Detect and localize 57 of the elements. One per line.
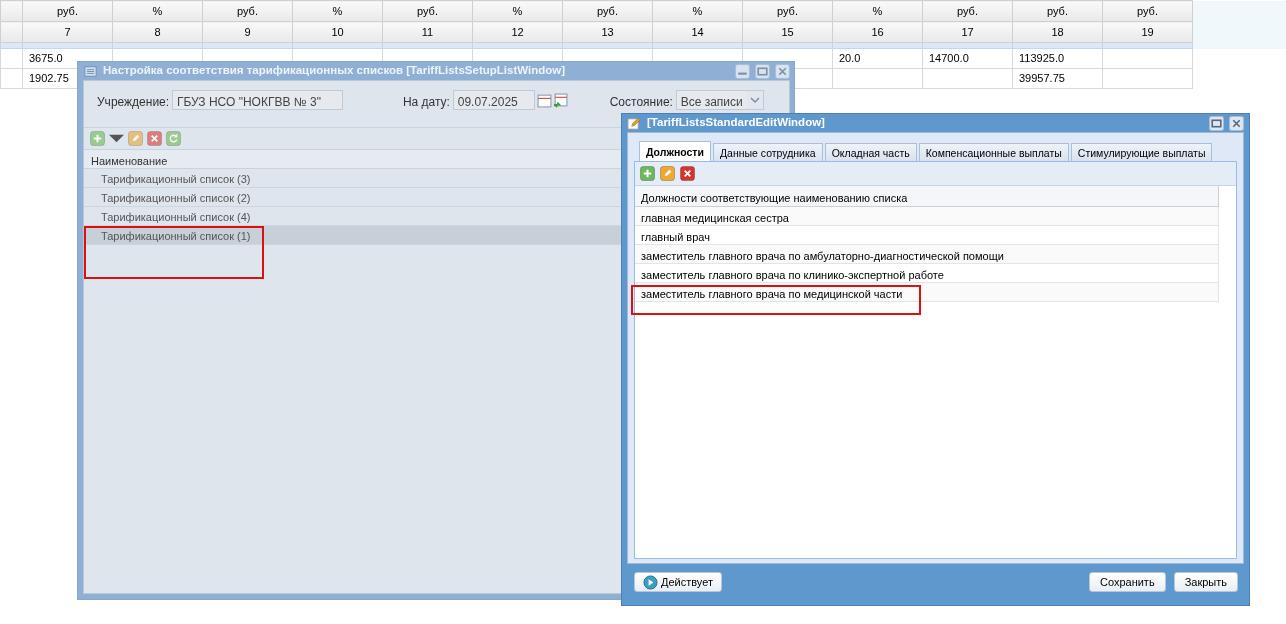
delete-icon[interactable] [147, 131, 162, 146]
calendar-icon[interactable] [536, 93, 552, 108]
field-label: Состояние: [609, 94, 673, 111]
column-header[interactable]: Должности соответствующие наименованию списка [635, 186, 1219, 207]
refresh-icon[interactable] [166, 131, 181, 146]
calendar-reset-icon[interactable] [552, 93, 568, 108]
field-label: На дату: [402, 94, 450, 111]
unit-header: руб. [1102, 0, 1193, 22]
add-icon[interactable] [90, 131, 105, 146]
delete-icon[interactable] [680, 166, 695, 181]
unit-header: % [832, 0, 923, 22]
tab[interactable]: Компенсационные выплаты [918, 143, 1069, 161]
table-cell: 14700.0 [922, 48, 1013, 69]
state-combo[interactable]: Все записи [675, 90, 764, 110]
maximize-icon[interactable] [755, 63, 770, 79]
list-row[interactable]: Тарификационный список (3) [84, 169, 622, 188]
window-title: [TariffListsStandardEditWindow] [647, 115, 826, 131]
unit-header: % [112, 0, 203, 22]
pencil-note-icon [627, 115, 642, 131]
footer-button[interactable]: Закрыть [1173, 572, 1238, 592]
footer-button[interactable]: Сохранить [1088, 572, 1166, 592]
edit-icon[interactable] [660, 166, 675, 181]
list-row[interactable]: заместитель главного врача по медицинской части [635, 283, 1219, 302]
column-header[interactable]: Наименование [84, 149, 622, 169]
close-icon[interactable] [1229, 115, 1244, 131]
tab[interactable]: Стимулирующие выплаты [1070, 143, 1213, 161]
tab[interactable]: Окладная часть [824, 143, 917, 161]
tab[interactable]: Должности [639, 141, 711, 161]
list-row[interactable]: Тарификационный список (2) [84, 188, 622, 207]
table-cell: 113925.0 [1012, 48, 1103, 69]
list-row[interactable]: главная медицинская сестра [635, 207, 1219, 226]
play-icon [643, 574, 658, 590]
unit-header: руб. [22, 0, 113, 22]
unit-header: руб. [202, 0, 293, 22]
edit-icon[interactable] [128, 131, 143, 146]
unit-header: % [472, 0, 563, 22]
unit-header: руб. [1012, 0, 1103, 22]
unit-header: руб. [562, 0, 653, 22]
unit-header: руб. [382, 0, 473, 22]
unit-header: % [292, 0, 383, 22]
tab[interactable]: Данные сотрудника [712, 143, 823, 161]
add-icon[interactable] [640, 166, 655, 181]
institution-field[interactable]: ГБУЗ НСО "НОКГВВ № 3" [171, 90, 343, 110]
maximize-icon[interactable] [1209, 115, 1224, 131]
minimize-icon[interactable] [735, 63, 750, 79]
field-label: Учреждение: [97, 94, 170, 111]
unit-header: % [652, 0, 743, 22]
close-icon[interactable] [775, 63, 790, 79]
unit-header: руб. [742, 0, 833, 22]
list-icon [83, 63, 98, 79]
status-button[interactable]: Действует [634, 572, 723, 592]
table-cell: 20.0 [832, 48, 923, 69]
unit-header: руб. [922, 0, 1013, 22]
list-row[interactable]: Тарификационный список (1) [84, 226, 622, 245]
date-field[interactable]: 09.07.2025 [452, 90, 535, 110]
list-row[interactable]: заместитель главного врача по амбулаторно-диагностической помощи [635, 245, 1219, 264]
table-cell: 39957.75 [1012, 68, 1103, 89]
